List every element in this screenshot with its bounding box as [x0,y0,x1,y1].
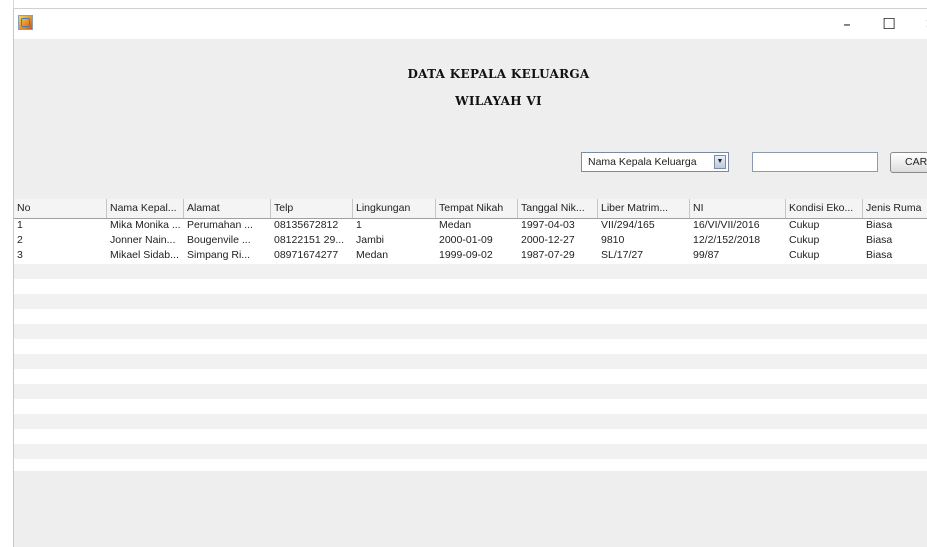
table-cell: 99/87 [693,249,720,261]
search-field-dropdown[interactable]: Nama Kepala Keluarga ▼ [581,152,729,172]
table-cell: Biasa [866,234,893,246]
table-cell: Medan [356,249,389,261]
table-cell: 16/VI/VII/2016 [693,219,760,231]
empty-table-row[interactable] [14,339,927,354]
table-row[interactable]: 3 Mikael Sidab... Simpang Ri... 08971674277… [14,249,927,264]
table-cell: Medan [439,219,472,231]
table-cell: Cukup [789,219,820,231]
empty-table-row[interactable] [14,294,927,309]
table-cell: 1997-04-03 [521,219,575,231]
table-header: No Nama Kepal... Alamat Telp Lingkungan Tempa… [14,199,927,219]
table-cell: Biasa [866,219,893,231]
table-cell: 12/2/152/2018 [693,234,761,246]
column-header[interactable]: Nama Kepal... [107,199,184,218]
empty-table-row[interactable] [14,324,927,339]
table-cell: 9810 [601,234,625,246]
empty-table-row[interactable] [14,369,927,384]
table-cell: 1 [356,219,362,231]
column-header[interactable]: Liber Matrim... [598,199,690,218]
column-header[interactable]: Tanggal Nik... [518,199,598,218]
empty-table-row[interactable] [14,414,927,429]
table-row[interactable]: 1 Mika Monika ... Perumahan ... 08135672812… [14,219,927,234]
column-header[interactable]: Kondisi Eko... [786,199,863,218]
table-cell: 3 [17,249,23,261]
table-cell: 08122151 29... [274,234,345,246]
table-cell: 2000-01-09 [439,234,493,246]
background-window-edge [0,0,14,546]
table-cell: Jambi [356,234,385,246]
table-cell: 2000-12-27 [521,234,575,246]
empty-table-row[interactable] [14,354,927,369]
search-button[interactable]: CARI [890,152,927,173]
table-cell: 1 [17,219,23,231]
search-field-selected: Nama Kepala Keluarga [588,156,697,168]
column-header[interactable]: NI [690,199,786,218]
table-cell: 08135672812 [274,219,339,231]
search-input[interactable] [752,152,878,172]
column-header[interactable]: Telp [271,199,353,218]
main-panel: DATA KEPALA KELUARGA WILAYAH VI Nama Kep… [14,39,927,547]
java-app-icon[interactable] [18,15,33,30]
minimize-button[interactable]: – [832,13,862,35]
table-cell: Mikael Sidab... [110,249,179,261]
close-button[interactable]: ✕ [916,13,927,35]
table-cell: Perumahan ... [187,219,253,231]
table-cell: VII/294/165 [601,219,655,231]
column-header[interactable]: Tempat Nikah [436,199,518,218]
empty-table-row[interactable] [14,264,927,279]
chevron-down-icon[interactable]: ▼ [714,155,726,169]
table-cell: Biasa [866,249,893,261]
table-cell: Bougenvile ... [187,234,251,246]
table-row[interactable]: 2 Jonner Nain... Bougenvile ... 08122151 29… [14,234,927,249]
page-subtitle: WILAYAH VI [455,94,542,108]
table-cell: 08971674277 [274,249,339,261]
empty-table-row[interactable] [14,309,927,324]
table-cell: Simpang Ri... [187,249,251,261]
empty-table-row[interactable] [14,429,927,444]
empty-table-row[interactable] [14,384,927,399]
table-cell: Mika Monika ... [110,219,181,231]
app-window: – ☐ ✕ DATA KEPALA KELUARGA WILAYAH VI Na… [13,8,927,547]
empty-table-row[interactable] [14,444,927,459]
column-header[interactable]: No [14,199,107,218]
title-bar: – ☐ ✕ [14,9,927,39]
table-cell: 2 [17,234,23,246]
table-cell: Cukup [789,234,820,246]
column-header[interactable]: Jenis Ruma [863,199,927,218]
page-title: DATA KEPALA KELUARGA [407,67,590,81]
empty-table-row[interactable] [14,459,927,471]
table-cell: SL/17/27 [601,249,644,261]
empty-table-row[interactable] [14,399,927,414]
table-cell: 1987-07-29 [521,249,575,261]
kepala-keluarga-table[interactable]: No Nama Kepal... Alamat Telp Lingkungan Tempa… [14,199,927,471]
table-cell: Cukup [789,249,820,261]
empty-table-row[interactable] [14,279,927,294]
table-cell: 1999-09-02 [439,249,493,261]
table-cell: Jonner Nain... [110,234,176,246]
column-header[interactable]: Lingkungan [353,199,436,218]
maximize-button[interactable]: ☐ [874,13,904,35]
column-header[interactable]: Alamat [184,199,271,218]
